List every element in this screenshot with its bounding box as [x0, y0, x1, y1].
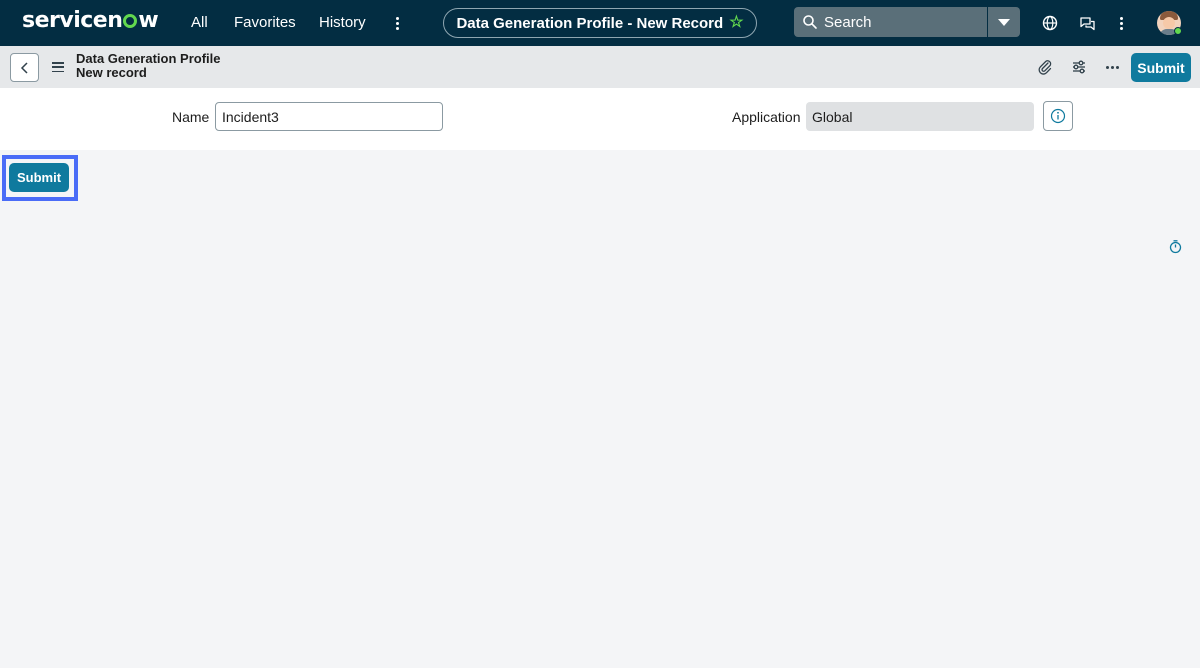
back-icon [20, 61, 28, 74]
global-search [794, 7, 1020, 37]
application-field [806, 102, 1034, 131]
context-title-pill[interactable]: Data Generation Profile - New Record ☆ [443, 8, 757, 38]
nav-favorites[interactable]: Favorites [234, 13, 296, 33]
menu-icon[interactable] [52, 62, 64, 72]
submit-button-header[interactable]: Submit [1131, 53, 1191, 82]
name-label: Name [172, 109, 210, 125]
record-form: Name Application [0, 88, 1200, 150]
application-label: Application [732, 109, 801, 125]
more-vertical-icon[interactable] [1115, 13, 1127, 33]
more-vertical-icon[interactable] [391, 13, 403, 33]
servicenow-logo[interactable]: servicen w [22, 8, 159, 34]
search-input[interactable] [824, 12, 980, 32]
search-icon [803, 15, 817, 29]
page-title-line2: New record [76, 65, 147, 80]
form-header: Data Generation Profile New record Submi… [0, 46, 1200, 88]
presence-status-badge [1174, 27, 1182, 35]
context-title: Data Generation Profile - New Record [456, 14, 724, 32]
search-scope-dropdown[interactable] [988, 7, 1020, 37]
nav-all[interactable]: All [191, 13, 208, 33]
name-field[interactable] [215, 102, 443, 131]
page-title-line1: Data Generation Profile [76, 51, 221, 66]
more-horizontal-icon[interactable] [1103, 58, 1121, 76]
paperclip-icon[interactable] [1036, 58, 1054, 76]
globe-icon[interactable] [1040, 13, 1060, 33]
page-title: Data Generation Profile New record [76, 52, 220, 80]
info-icon [1050, 108, 1066, 124]
chevron-down-icon [998, 18, 1010, 26]
sliders-icon[interactable] [1070, 58, 1088, 76]
application-info-button[interactable] [1043, 101, 1073, 131]
star-icon[interactable]: ☆ [729, 15, 743, 31]
timer-icon[interactable] [1168, 239, 1183, 254]
top-navigation: servicen w All Favorites History Data Gen… [0, 0, 1200, 46]
back-button[interactable] [10, 53, 39, 82]
chat-icon[interactable] [1078, 13, 1098, 33]
nav-history[interactable]: History [319, 13, 366, 33]
submit-button-footer[interactable]: Submit [9, 163, 69, 192]
